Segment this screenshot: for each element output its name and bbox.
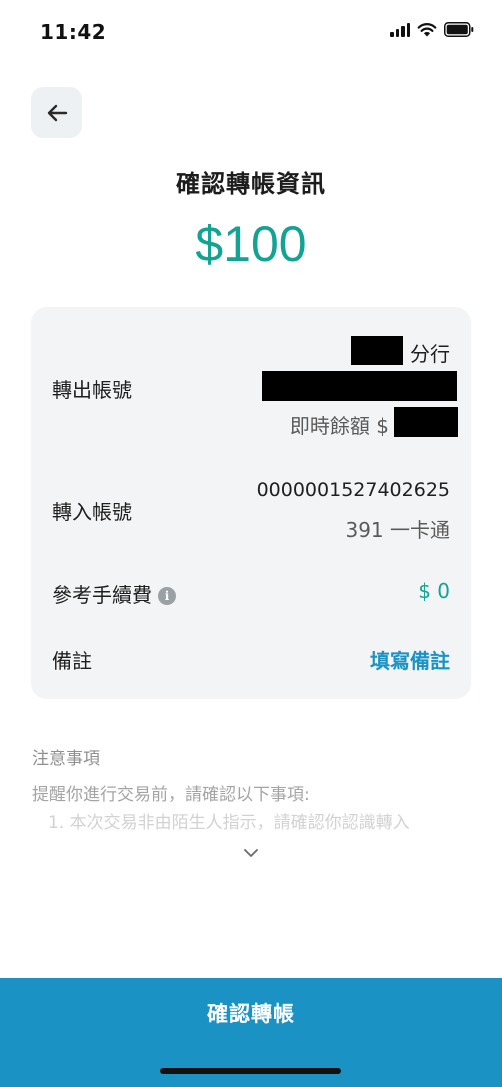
status-bar: 11:42 xyxy=(0,0,502,64)
back-button[interactable] xyxy=(31,87,82,138)
notice-item: 1. 本次交易非由陌生人指示，請確認你認識轉入 xyxy=(48,813,410,833)
from-account-label: 轉出帳號 xyxy=(52,378,132,402)
notice-title: 注意事項 xyxy=(32,749,100,769)
status-icons xyxy=(390,22,474,37)
to-bank-name: 391 一卡通 xyxy=(345,518,450,542)
fill-memo-link[interactable]: 填寫備註 xyxy=(370,645,450,674)
confirm-transfer-label: 確認轉帳 xyxy=(207,1002,295,1026)
fee-label: 參考手續費 xyxy=(52,583,152,607)
fee-value: $ 0 xyxy=(418,579,450,603)
redacted-branch-name xyxy=(351,336,403,365)
fee-row: 參考手續費 i xyxy=(52,579,176,608)
chevron-down-icon[interactable] xyxy=(241,846,261,860)
transfer-details-card: 轉出帳號 分行 即時餘額 $ 轉入帳號 0000001527402625 391… xyxy=(31,307,471,699)
page-title: 確認轉帳資訊 xyxy=(176,170,326,198)
back-arrow-icon xyxy=(47,104,67,121)
signal-icon xyxy=(390,22,410,37)
from-balance-label: 即時餘額 $ xyxy=(289,414,389,438)
to-account-number: 0000001527402625 xyxy=(256,479,450,501)
redacted-balance xyxy=(394,407,458,437)
home-indicator xyxy=(160,1068,341,1074)
from-branch-suffix: 分行 xyxy=(410,342,450,366)
memo-label: 備註 xyxy=(52,649,92,673)
to-account-label: 轉入帳號 xyxy=(52,500,132,524)
redacted-from-account-number xyxy=(262,371,457,401)
wifi-icon xyxy=(417,23,437,37)
transfer-amount: $100 xyxy=(195,216,307,272)
status-time: 11:42 xyxy=(40,20,107,44)
notice-text: 提醒你進行交易前，請確認以下事項: xyxy=(32,785,310,805)
info-icon[interactable]: i xyxy=(158,587,176,605)
battery-icon xyxy=(444,22,474,37)
